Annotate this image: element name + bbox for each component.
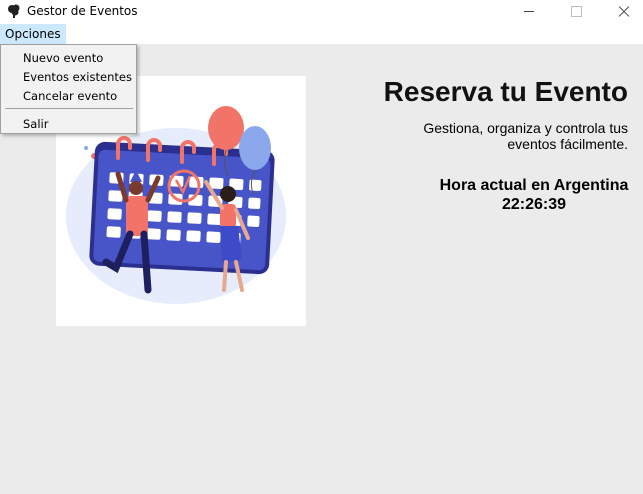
title-bar: Gestor de Eventos (0, 0, 643, 24)
maximize-button[interactable] (553, 0, 599, 24)
minimize-button[interactable] (506, 0, 552, 24)
page-title: Reserva tu Evento (383, 76, 628, 107)
menu-item-cancelar-evento[interactable]: Cancelar evento (23, 89, 117, 103)
time-label: Hora actual en Argentina (439, 177, 629, 194)
menu-bar: Opciones (0, 24, 643, 44)
menu-item-eventos-existentes[interactable]: Eventos existentes (23, 70, 132, 84)
app-icon (8, 4, 20, 18)
menu-item-salir[interactable]: Salir (23, 117, 48, 131)
window-title: Gestor de Eventos (27, 4, 138, 18)
menu-item-nuevo-evento[interactable]: Nuevo evento (23, 51, 103, 65)
menu-separator (5, 108, 133, 109)
menu-opciones[interactable]: Opciones (0, 24, 66, 44)
page-subtitle: Gestiona, organiza y controla tus evento… (423, 120, 628, 152)
close-button[interactable] (600, 0, 643, 24)
opciones-dropdown: Nuevo evento Eventos existentes Cancelar… (0, 44, 137, 134)
time-value: 22:26:39 (501, 196, 567, 213)
